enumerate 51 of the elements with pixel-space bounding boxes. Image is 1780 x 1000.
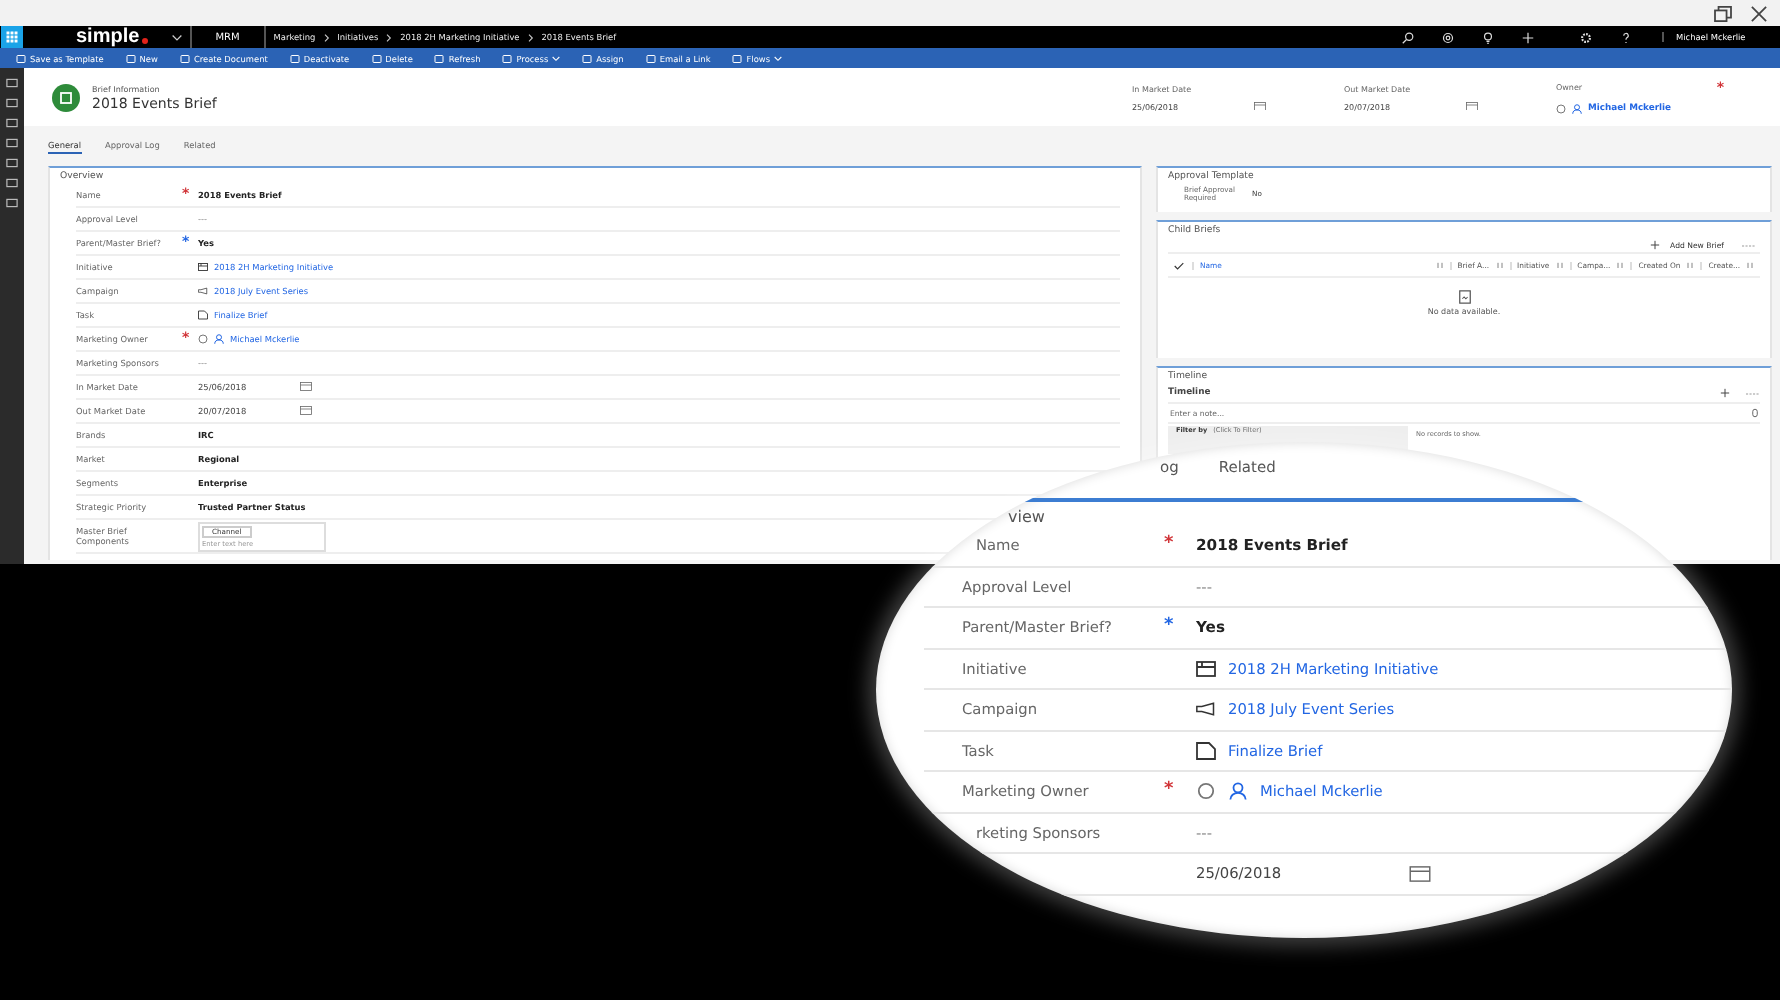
status-circle-icon xyxy=(1196,782,1216,801)
calendar-icon[interactable] xyxy=(300,406,312,416)
command-icon xyxy=(371,53,382,63)
command-icon xyxy=(179,53,190,63)
calendar-icon[interactable] xyxy=(1408,865,1432,882)
person-icon xyxy=(1572,103,1582,113)
status-circle-icon xyxy=(198,334,208,344)
calendar-icon[interactable] xyxy=(300,382,312,392)
plus-icon xyxy=(1650,240,1661,250)
task-icon xyxy=(1196,741,1216,760)
chevron-down-icon[interactable] xyxy=(171,33,182,41)
command-icon xyxy=(125,53,136,63)
help-icon[interactable] xyxy=(1620,31,1632,43)
person-icon xyxy=(214,334,224,344)
calendar-icon[interactable] xyxy=(1466,101,1478,111)
plus-icon[interactable] xyxy=(1720,388,1730,398)
chevron-right-icon xyxy=(527,33,534,41)
lightbulb-icon[interactable] xyxy=(1482,31,1494,43)
person-icon xyxy=(1228,782,1248,801)
attachment-icon[interactable] xyxy=(1752,408,1758,418)
command-icon xyxy=(502,53,513,63)
required-marker: * xyxy=(1164,616,1174,637)
task-icon xyxy=(198,310,208,320)
restore-icon[interactable] xyxy=(1714,5,1732,21)
calendar-icon[interactable] xyxy=(1254,101,1266,111)
app-launcher-icon[interactable] xyxy=(0,26,24,48)
section-title: view xyxy=(1006,506,1047,526)
chevron-right-icon xyxy=(386,33,393,41)
logo-dot-icon xyxy=(141,38,148,44)
folder-icon xyxy=(1196,659,1216,678)
close-icon[interactable] xyxy=(1750,5,1768,21)
settings-icon[interactable] xyxy=(1580,31,1592,43)
required-marker: * xyxy=(1164,534,1174,555)
checkmark-icon[interactable] xyxy=(1174,261,1184,269)
command-icon xyxy=(645,53,656,63)
megaphone-icon xyxy=(1196,700,1216,719)
megaphone-icon xyxy=(198,286,208,296)
command-icon xyxy=(289,53,300,63)
command-icon xyxy=(434,53,445,63)
status-circle-icon xyxy=(1556,103,1566,113)
folder-icon xyxy=(198,262,208,272)
empty-document-icon xyxy=(1457,290,1471,304)
target-icon[interactable] xyxy=(1442,31,1454,43)
logo: simple xyxy=(76,27,140,47)
command-icon xyxy=(582,53,593,63)
entity-icon xyxy=(52,83,80,111)
command-icon xyxy=(732,53,743,63)
command-icon xyxy=(16,53,26,63)
chevron-right-icon xyxy=(323,33,330,41)
required-marker: * xyxy=(1164,780,1174,801)
search-icon[interactable] xyxy=(1402,31,1414,43)
